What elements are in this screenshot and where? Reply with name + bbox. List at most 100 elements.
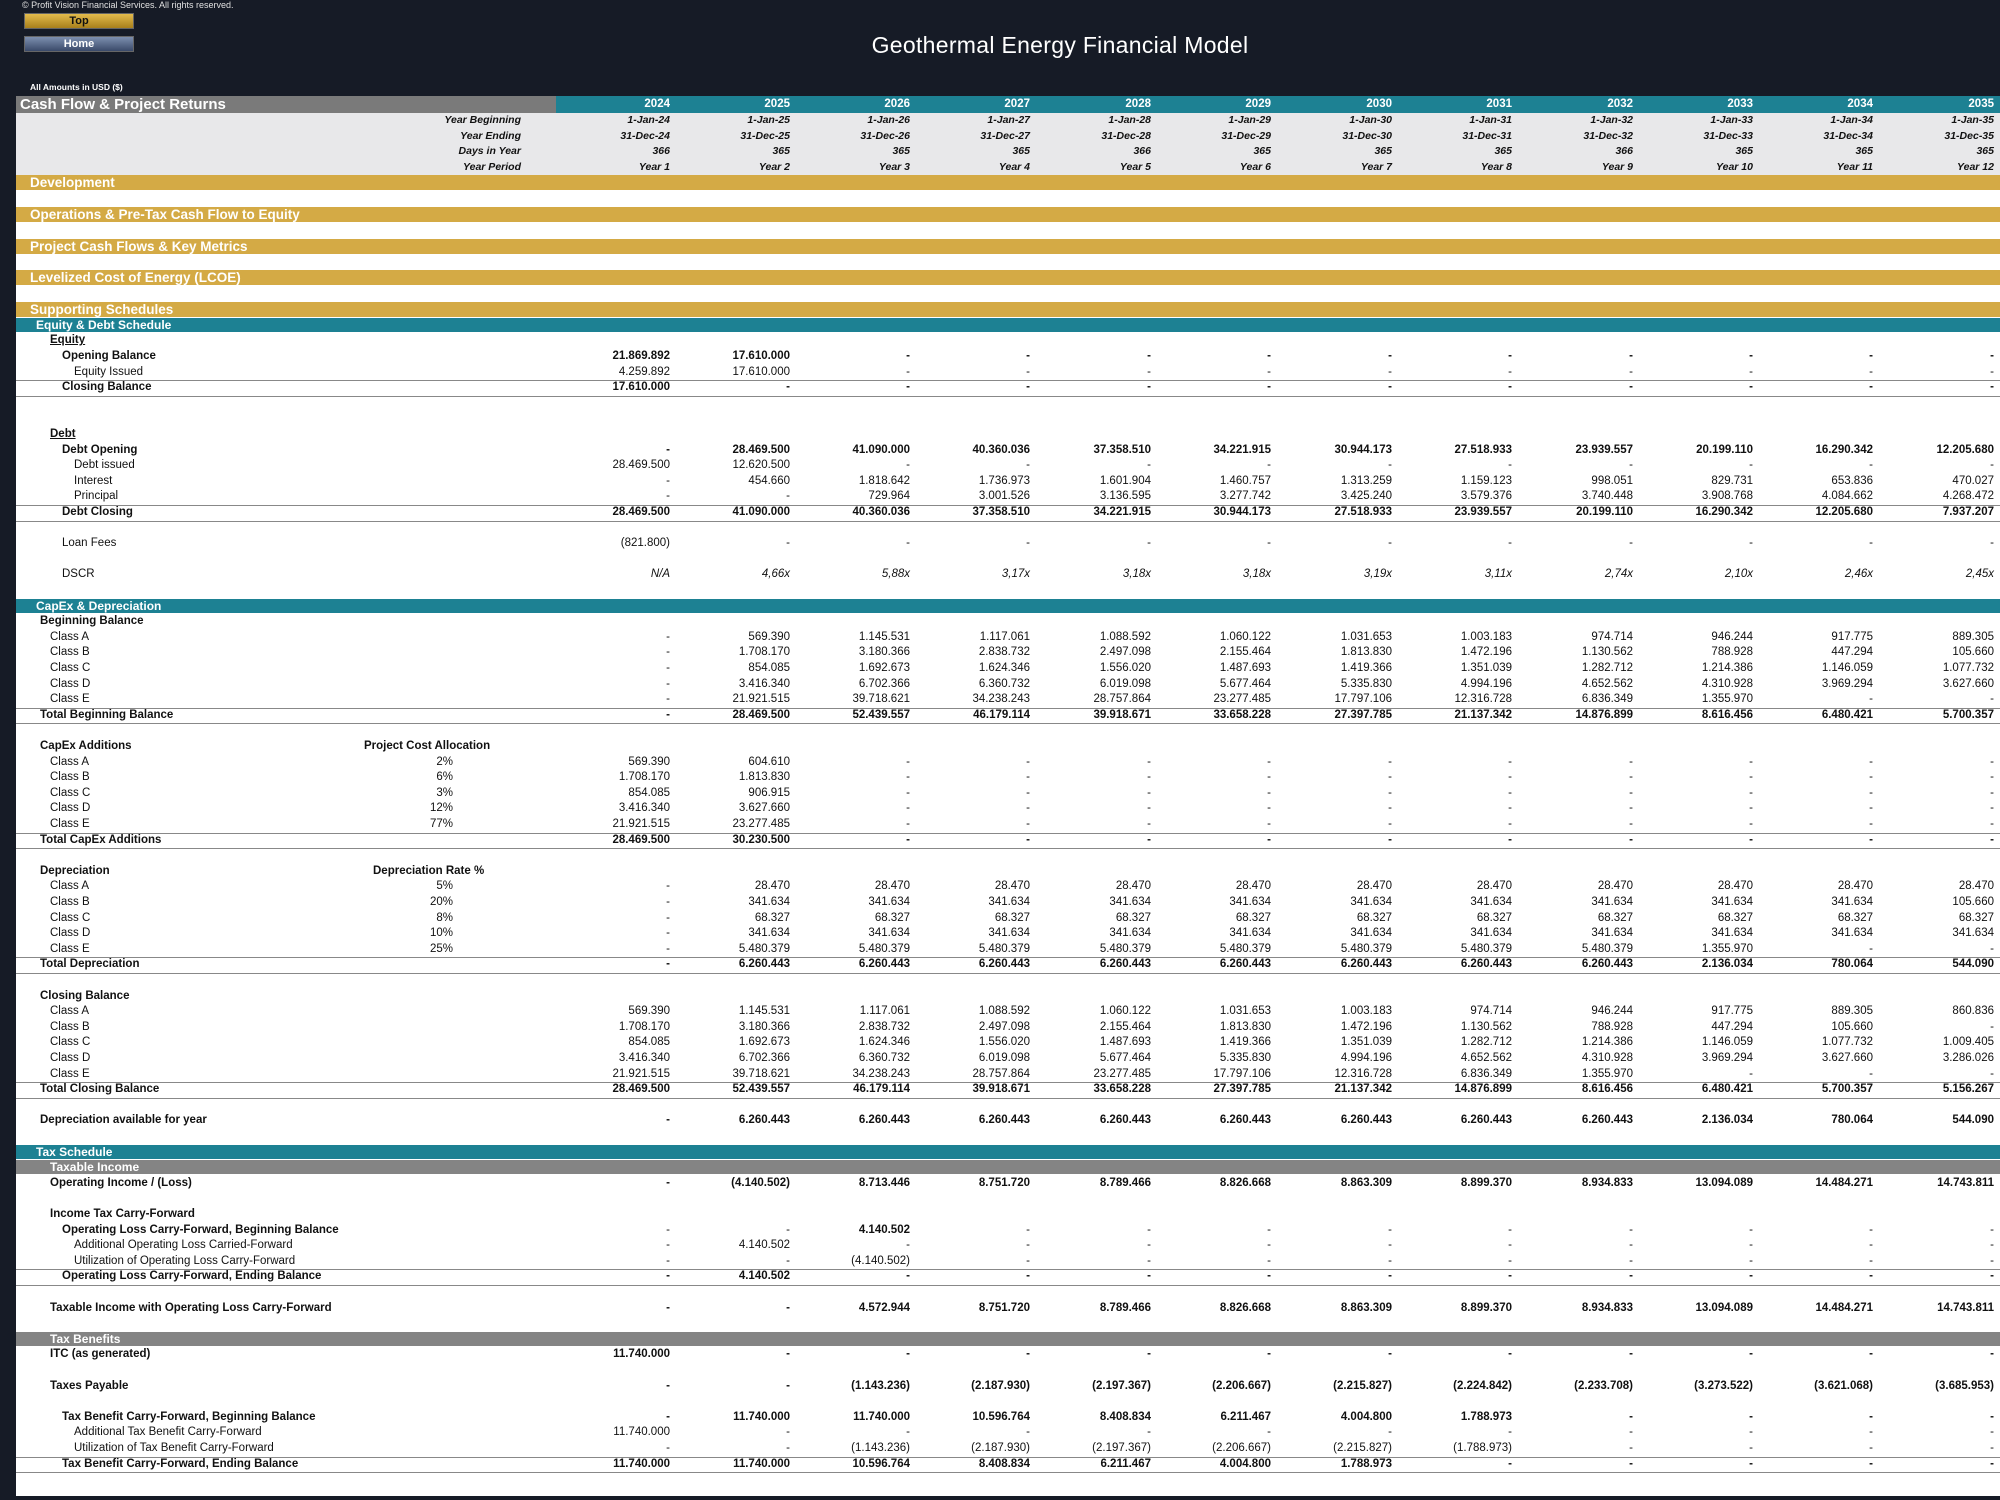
cell-value: -: [1508, 350, 1512, 362]
cell-value: 6.260.443: [1219, 1114, 1271, 1127]
cell-value: 1-Jan-33: [1710, 114, 1753, 126]
cell-value: 1.003.183: [1340, 1005, 1392, 1018]
cell-value: 17.610.000: [732, 365, 790, 378]
period-row: Year Period Year 1 Year 2 Year 3 Year 4 Year …: [16, 159, 2000, 176]
cell-value: 1.313.259: [1340, 474, 1392, 487]
cell-value: -: [1026, 1223, 1030, 1236]
section-band[interactable]: Taxable Income: [16, 1160, 2000, 1175]
cell-value: -: [1026, 833, 1030, 846]
section-band[interactable]: Development: [16, 175, 2000, 191]
cell-value: 39.718.621: [732, 1067, 790, 1080]
section-band[interactable]: Equity & Debt Schedule: [16, 317, 2000, 332]
table-row: Additional Tax Benefit Carry-Forward 11.7…: [16, 1425, 2000, 1441]
cell-value: (2.233.708): [1574, 1379, 1633, 1392]
section-band[interactable]: CapEx & Depreciation: [16, 598, 2000, 613]
section-band[interactable]: Tax Schedule: [16, 1144, 2000, 1159]
cell-value: -: [1026, 771, 1030, 784]
cell-value: (4.140.502): [851, 1254, 910, 1267]
top-button[interactable]: Top: [24, 13, 134, 29]
section-band-label: Tax Schedule: [36, 1144, 113, 1159]
year-header-2030: 2030: [1366, 98, 1392, 110]
cell-value: 17.797.106: [1213, 1067, 1271, 1080]
cell-value: -: [1267, 1239, 1271, 1252]
cell-value: -: [1267, 365, 1271, 378]
spacer-row: [16, 223, 2000, 239]
cell-value: (2.206.667): [1212, 1379, 1271, 1392]
cell-value: 341.634: [1470, 896, 1512, 908]
cell-value: 974.714: [1470, 1005, 1512, 1018]
cell-value: -: [1990, 1270, 1994, 1283]
cell-value: 13.094.089: [1695, 1301, 1753, 1314]
cell-value: 8.934.833: [1581, 1176, 1633, 1189]
row-parameter: 77%: [429, 818, 453, 830]
row-label: Total Closing Balance: [40, 1083, 160, 1096]
cell-value: Year 5: [1119, 160, 1151, 173]
spacer-row: [16, 286, 2000, 302]
cell-value: 12.620.500: [732, 459, 790, 472]
cell-value: 6.260.443: [738, 958, 790, 971]
row-label: Class D: [50, 677, 91, 690]
cell-value: -: [786, 381, 790, 394]
cell-value: -: [1990, 942, 1994, 955]
cell-value: -: [1629, 1239, 1633, 1252]
cell-value: -: [1147, 537, 1151, 550]
subheading-row: Beginning Balance: [16, 614, 2000, 630]
cell-value: -: [1869, 818, 1873, 830]
section-band[interactable]: Levelized Cost of Energy (LCOE): [16, 270, 2000, 286]
cell-value: 1-Jan-24: [627, 114, 670, 126]
cell-value: 3.136.595: [1099, 490, 1151, 503]
cell-value: 470.027: [1952, 474, 1994, 487]
spacer-row: [16, 723, 2000, 739]
section-band[interactable]: Tax Benefits: [16, 1331, 2000, 1346]
cell-value: 31-Dec-32: [1583, 129, 1633, 142]
cell-value: 4.994.196: [1460, 677, 1512, 690]
cell-value: 30.944.173: [1213, 506, 1271, 518]
cell-value: -: [906, 802, 910, 815]
cell-value: 2,74x: [1604, 568, 1633, 581]
row-label: Class A: [50, 630, 89, 643]
cell-value: 3.627.660: [1821, 1052, 1873, 1064]
row-label: Tax Benefit Carry-Forward, Beginning Bal…: [62, 1410, 316, 1423]
cell-value: 946.244: [1711, 630, 1753, 643]
cell-value: -: [786, 1301, 790, 1314]
cell-value: -: [1388, 802, 1392, 815]
cell-value: -: [1026, 350, 1030, 362]
cell-value: Year 11: [1836, 160, 1873, 173]
section-band[interactable]: Project Cash Flows & Key Metrics: [16, 238, 2000, 254]
cell-value: -: [1869, 537, 1873, 550]
table-row: Class E 25% - 5.480.379 5.480.379 5.480.379 5.…: [16, 942, 2000, 958]
cell-value: -: [1749, 1067, 1753, 1080]
cell-value: 11.740.000: [613, 1348, 670, 1361]
cell-value: -: [1990, 381, 1994, 394]
cell-value: -: [1749, 1410, 1753, 1423]
spacer-row: [16, 1394, 2000, 1410]
cell-value: 12.205.680: [1936, 443, 1994, 456]
cell-value: 31-Dec-34: [1823, 129, 1873, 142]
cell-value: 365: [1976, 145, 1994, 158]
cell-value: -: [906, 1239, 910, 1252]
cell-value: -: [1869, 1270, 1873, 1283]
cell-value: Year 7: [1360, 160, 1392, 173]
cell-value: 829.731: [1711, 474, 1753, 487]
cell-value: -: [1026, 786, 1030, 799]
cell-value: 1.077.732: [1821, 1036, 1873, 1049]
spacer-row: [16, 396, 2000, 412]
section-band[interactable]: Operations & Pre-Tax Cash Flow to Equity: [16, 207, 2000, 222]
cell-value: -: [1869, 365, 1873, 378]
row-label: Days in Year: [458, 145, 521, 158]
cell-value: -: [1869, 942, 1873, 955]
cell-value: -: [1869, 1067, 1873, 1080]
cell-value: -: [666, 490, 670, 503]
cell-value: 341.634: [868, 927, 910, 940]
cell-value: -: [1508, 1426, 1512, 1439]
cell-value: 4.140.502: [858, 1223, 910, 1236]
row-parameter: 8%: [436, 911, 453, 924]
section-band[interactable]: Supporting Schedules: [16, 301, 2000, 317]
cell-value: -: [1508, 818, 1512, 830]
cell-value: -: [1267, 1254, 1271, 1267]
cell-value: 105.660: [1831, 1020, 1873, 1033]
cell-value: 8.408.834: [978, 1457, 1030, 1470]
cell-value: -: [1990, 786, 1994, 799]
cell-value: -: [1749, 459, 1753, 472]
cell-value: 5.480.379: [1219, 942, 1271, 955]
